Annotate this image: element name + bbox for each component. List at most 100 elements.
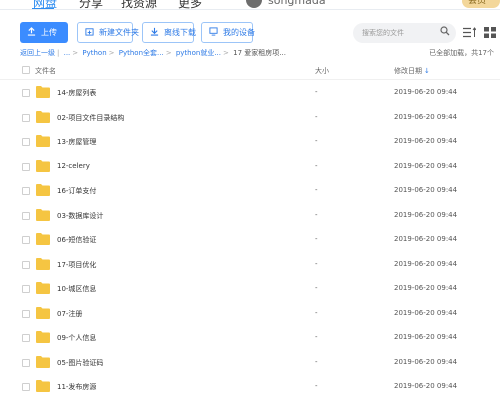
- file-name[interactable]: 03-数据库设计: [57, 211, 103, 221]
- file-name[interactable]: 14-房屋列表: [57, 88, 96, 98]
- file-date: 2019-06-20 09:44: [394, 333, 458, 341]
- table-row[interactable]: 06-短信验证 - 2019-06-20 09:44: [0, 227, 500, 252]
- file-size: -: [315, 259, 318, 268]
- file-date: 2019-06-20 09:44: [394, 112, 458, 121]
- folder-icon: [36, 86, 50, 98]
- upload-button[interactable]: 上传: [20, 22, 68, 43]
- folder-icon: [36, 257, 50, 270]
- loaded-status: 已全部加载，共17个: [429, 49, 494, 57]
- row-checkbox[interactable]: [22, 162, 30, 171]
- file-date: 2019-06-20 09:44: [394, 284, 458, 292]
- sort-desc-icon: ↓: [424, 67, 430, 75]
- row-checkbox[interactable]: [22, 285, 30, 293]
- table-row[interactable]: 10-城区信息 - 2019-06-20 09:44: [0, 276, 500, 301]
- row-checkbox[interactable]: [22, 187, 30, 195]
- grid-view-icon[interactable]: [484, 27, 496, 38]
- table-row[interactable]: 13-房屋管理 - 2019-06-20 09:44: [0, 129, 500, 154]
- file-date: 2019-06-20 09:44: [394, 259, 458, 268]
- column-date[interactable]: 修改日期 ↓: [394, 66, 430, 76]
- file-name[interactable]: 11-发布房源: [57, 382, 96, 392]
- column-size[interactable]: 大小: [315, 66, 329, 76]
- table-row[interactable]: 03-数据库设计 - 2019-06-20 09:44: [0, 203, 500, 228]
- breadcrumb-item[interactable]: python就业...: [176, 49, 221, 57]
- file-date: 2019-06-20 09:44: [394, 357, 458, 366]
- offline-download-button[interactable]: 离线下载: [142, 22, 196, 43]
- file-date: 2019-06-20 09:44: [394, 210, 458, 219]
- folder-icon: [36, 110, 50, 123]
- table-row[interactable]: 05-图片验证码 - 2019-06-20 09:44: [0, 350, 500, 375]
- file-size: -: [315, 88, 318, 96]
- file-size: -: [315, 235, 318, 243]
- column-name[interactable]: 文件名: [35, 66, 56, 76]
- avatar[interactable]: [246, 0, 262, 8]
- new-folder-label: 新建文件夹: [99, 28, 139, 37]
- row-checkbox[interactable]: [22, 113, 30, 122]
- file-name[interactable]: 17-项目优化: [57, 260, 96, 270]
- upload-icon: [27, 26, 36, 39]
- file-name[interactable]: 10-城区信息: [57, 284, 96, 294]
- nav-active-indicator: [32, 8, 54, 9]
- row-checkbox[interactable]: [22, 358, 30, 367]
- table-row[interactable]: 16-订单支付 - 2019-06-20 09:44: [0, 178, 500, 203]
- folder-icon: [36, 159, 50, 172]
- folder-icon: [36, 306, 50, 319]
- username[interactable]: songmada: [268, 0, 326, 7]
- file-name[interactable]: 12-celery: [57, 162, 90, 170]
- folder-icon: [36, 135, 50, 147]
- nav-item-find-resources[interactable]: 找资源: [121, 0, 157, 9]
- nav-item-more[interactable]: 更多: [178, 0, 202, 9]
- row-checkbox[interactable]: [22, 309, 30, 318]
- table-row[interactable]: 17-项目优化 - 2019-06-20 09:44: [0, 252, 500, 277]
- table-header: 文件名 大小 修改日期 ↓: [0, 62, 500, 80]
- table-row[interactable]: 02-项目文件目录结构 - 2019-06-20 09:44: [0, 105, 500, 130]
- file-date: 2019-06-20 09:44: [394, 382, 458, 390]
- back-link[interactable]: 返回上一级: [20, 49, 55, 57]
- row-checkbox[interactable]: [22, 89, 30, 97]
- row-checkbox[interactable]: [22, 383, 30, 391]
- file-name[interactable]: 07-注册: [57, 309, 82, 319]
- file-name[interactable]: 13-房屋管理: [57, 137, 96, 147]
- upload-label: 上传: [41, 28, 57, 37]
- row-checkbox[interactable]: [22, 138, 30, 146]
- list-view-icon[interactable]: [463, 27, 476, 38]
- file-size: -: [315, 308, 318, 317]
- row-checkbox[interactable]: [22, 211, 30, 220]
- folder-icon: [36, 380, 50, 392]
- folder-icon: [36, 282, 50, 294]
- my-device-button[interactable]: 我的设备: [201, 22, 255, 43]
- search-icon[interactable]: [440, 26, 450, 36]
- row-checkbox[interactable]: [22, 236, 30, 244]
- file-size: -: [315, 186, 318, 194]
- file-date: 2019-06-20 09:44: [394, 161, 458, 170]
- file-date: 2019-06-20 09:44: [394, 235, 458, 243]
- device-icon: [209, 26, 218, 39]
- table-row[interactable]: 07-注册 - 2019-06-20 09:44: [0, 301, 500, 326]
- file-name[interactable]: 16-订单支付: [57, 186, 96, 196]
- new-folder-icon: [85, 27, 94, 39]
- table-row[interactable]: 11-发布房源 - 2019-06-20 09:44: [0, 374, 500, 399]
- file-size: -: [315, 210, 318, 219]
- file-name[interactable]: 09-个人信息: [57, 333, 96, 343]
- column-date-label: 修改日期: [394, 67, 422, 75]
- file-date: 2019-06-20 09:44: [394, 137, 458, 145]
- file-size: -: [315, 112, 318, 121]
- breadcrumb-current: 17 爱家租房项...: [233, 49, 286, 57]
- select-all-checkbox[interactable]: [22, 66, 30, 74]
- breadcrumb-item[interactable]: ...: [64, 49, 71, 57]
- file-name[interactable]: 05-图片验证码: [57, 358, 103, 368]
- row-checkbox[interactable]: [22, 260, 30, 269]
- breadcrumb-item[interactable]: Python: [82, 49, 106, 57]
- row-checkbox[interactable]: [22, 334, 30, 342]
- file-name[interactable]: 06-短信验证: [57, 235, 96, 245]
- file-size: -: [315, 137, 318, 145]
- breadcrumb-item[interactable]: Python全套...: [119, 49, 164, 57]
- vip-badge[interactable]: 会员: [462, 0, 500, 8]
- file-date: 2019-06-20 09:44: [394, 308, 458, 317]
- table-row[interactable]: 12-celery - 2019-06-20 09:44: [0, 154, 500, 179]
- file-size: -: [315, 357, 318, 366]
- table-row[interactable]: 14-房屋列表 - 2019-06-20 09:44: [0, 80, 500, 105]
- new-folder-button[interactable]: 新建文件夹: [77, 22, 139, 43]
- table-row[interactable]: 09-个人信息 - 2019-06-20 09:44: [0, 325, 500, 350]
- file-name[interactable]: 02-项目文件目录结构: [57, 113, 124, 123]
- nav-item-share[interactable]: 分享: [79, 0, 103, 9]
